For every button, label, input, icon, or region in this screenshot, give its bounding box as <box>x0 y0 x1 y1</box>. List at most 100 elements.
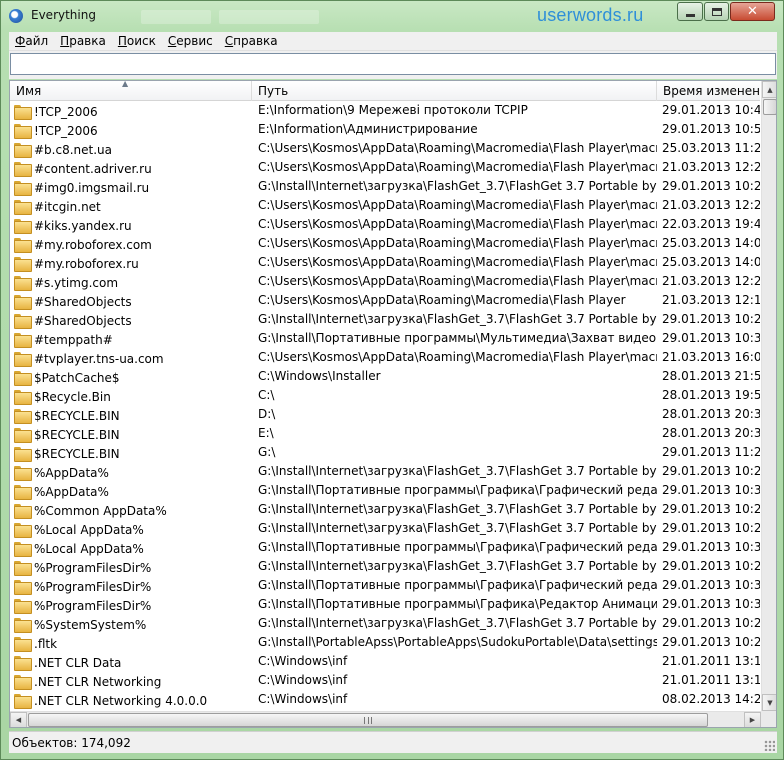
search-input[interactable] <box>10 53 776 75</box>
file-name: !TCP_2006 <box>34 104 98 119</box>
table-row[interactable]: !TCP_2006 E:\Information\9 Мережеві прото… <box>10 101 760 120</box>
menu-item-3[interactable]: Сервис <box>162 32 219 51</box>
file-name: %Local AppData% <box>34 522 144 537</box>
sort-ascending-icon: ▲ <box>122 81 129 88</box>
cell-name: #my.roboforex.ru <box>10 253 252 272</box>
file-name: $PatchCache$ <box>34 370 120 385</box>
results-list: Имя ▲ Путь Время изменения !TCP_2006 E:\I… <box>9 80 777 728</box>
cell-path: D:\ <box>258 407 276 421</box>
table-row[interactable]: %Local AppData% G:\Install\Internet\загру… <box>10 519 760 538</box>
file-name: %ProgramFilesDir% <box>34 579 152 594</box>
folder-icon <box>14 428 32 443</box>
horizontal-scroll-thumb[interactable] <box>28 713 708 727</box>
menu-item-label: ервис <box>176 34 213 48</box>
cell-path: G:\Install\Internet\загрузка\FlashGet_3.… <box>258 179 657 193</box>
table-row[interactable]: $Recycle.Bin C:\ 28.01.2013 19:56 <box>10 386 760 405</box>
cell-date-modified: 29.01.2013 10:31 <box>662 483 760 497</box>
table-row[interactable]: #my.roboforex.com C:\Users\Kosmos\AppData… <box>10 234 760 253</box>
folder-icon <box>14 200 32 215</box>
close-icon: ✕ <box>747 4 758 19</box>
menu-item-accelerator: С <box>224 34 234 48</box>
table-row[interactable]: #img0.imgsmail.ru G:\Install\Internet\заг… <box>10 177 760 196</box>
file-name: $RECYCLE.BIN <box>34 427 120 442</box>
file-name: %Common AppData% <box>34 503 167 518</box>
horizontal-scrollbar[interactable]: ◀ ▶ <box>10 711 761 727</box>
column-header-date-modified[interactable]: Время изменения <box>657 81 760 101</box>
cell-date-modified: 29.01.2013 10:31 <box>662 578 760 592</box>
table-row[interactable]: %AppData% G:\Install\Internet\загрузка\Fl… <box>10 462 760 481</box>
table-row[interactable]: $RECYCLE.BIN G:\ 29.01.2013 11:24 <box>10 443 760 462</box>
table-row[interactable]: %AppData% G:\Install\Портативные программ… <box>10 481 760 500</box>
table-row[interactable]: .fltk G:\Install\PortableApss\PortableApp… <box>10 633 760 652</box>
menu-item-0[interactable]: Файл <box>9 32 54 51</box>
column-header-path[interactable]: Путь <box>252 81 657 101</box>
file-name: $Recycle.Bin <box>34 389 111 404</box>
cell-path: G:\Install\Портативные программы\Графика… <box>258 597 657 611</box>
table-row[interactable]: #content.adriver.ru C:\Users\Kosmos\AppDa… <box>10 158 760 177</box>
vertical-scroll-thumb[interactable] <box>763 99 776 115</box>
cell-name: !TCP_2006 <box>10 120 252 139</box>
file-name: $RECYCLE.BIN <box>34 446 120 461</box>
table-row[interactable]: %ProgramFilesDir% G:\Install\Портативные … <box>10 576 760 595</box>
cell-date-modified: 29.01.2013 10:25 <box>662 312 760 326</box>
file-name: %AppData% <box>34 484 109 499</box>
cell-date-modified: 21.01.2011 13:16 <box>662 673 760 687</box>
file-name: !TCP_2006 <box>34 123 98 138</box>
folder-icon <box>14 523 32 538</box>
grip-icon <box>364 716 372 724</box>
cell-name: %ProgramFilesDir% <box>10 557 252 576</box>
vertical-scrollbar[interactable]: ▲ ▼ <box>761 81 776 711</box>
table-row[interactable]: %ProgramFilesDir% G:\Install\Портативные … <box>10 595 760 614</box>
resize-grip-icon[interactable] <box>764 740 775 751</box>
table-row[interactable]: .NET CLR Data C:\Windows\inf 21.01.2011 13… <box>10 652 760 671</box>
table-row[interactable]: $PatchCache$ C:\Windows\Installer 28.01.20… <box>10 367 760 386</box>
menu-item-4[interactable]: Справка <box>219 32 284 51</box>
menu-item-label: правка <box>233 34 278 48</box>
maximize-button[interactable] <box>704 2 729 21</box>
table-row[interactable]: !TCP_2006 E:\Information\Администрировани… <box>10 120 760 139</box>
column-header-name-label: Имя <box>16 84 42 98</box>
table-row[interactable]: %SystemSystem% G:\Install\Internet\загруз… <box>10 614 760 633</box>
table-row[interactable]: #kiks.yandex.ru C:\Users\Kosmos\AppData\R… <box>10 215 760 234</box>
folder-icon <box>14 143 32 158</box>
table-row[interactable]: #s.ytimg.com C:\Users\Kosmos\AppData\Roam… <box>10 272 760 291</box>
menu-item-label: равка <box>69 34 106 48</box>
table-row[interactable]: .NET CLR Networking C:\Windows\inf 21.01.2… <box>10 671 760 690</box>
table-row[interactable]: #tvplayer.tns-ua.com C:\Users\Kosmos\AppD… <box>10 348 760 367</box>
table-row[interactable]: %ProgramFilesDir% G:\Install\Internet\заг… <box>10 557 760 576</box>
folder-icon <box>14 656 32 671</box>
scroll-down-button[interactable]: ▼ <box>762 694 776 711</box>
cell-path: C:\Users\Kosmos\AppData\Roaming\Macromed… <box>258 217 657 231</box>
arrow-right-icon: ▶ <box>749 716 756 724</box>
table-row[interactable]: $RECYCLE.BIN E:\ 28.01.2013 20:39 <box>10 424 760 443</box>
cell-date-modified: 28.01.2013 20:39 <box>662 407 760 421</box>
table-row[interactable]: #temppath# G:\Install\Портативные програм… <box>10 329 760 348</box>
file-name: #content.adriver.ru <box>34 161 152 176</box>
table-row[interactable]: .NET CLR Networking 4.0.0.0 C:\Windows\in… <box>10 690 760 709</box>
table-row[interactable]: %Common AppData% G:\Install\Internet\загр… <box>10 500 760 519</box>
cell-name: %ProgramFilesDir% <box>10 576 252 595</box>
cell-name: $RECYCLE.BIN <box>10 424 252 443</box>
minimize-button[interactable] <box>677 2 703 21</box>
column-header-name[interactable]: Имя ▲ <box>10 81 252 101</box>
scroll-left-button[interactable]: ◀ <box>10 712 27 727</box>
table-row[interactable]: %Local AppData% G:\Install\Портативные пр… <box>10 538 760 557</box>
menu-item-2[interactable]: Поиск <box>112 32 162 51</box>
table-row[interactable]: #b.c8.net.ua C:\Users\Kosmos\AppData\Roam… <box>10 139 760 158</box>
cell-date-modified: 21.03.2013 16:04 <box>662 350 760 364</box>
menu-item-1[interactable]: Правка <box>54 32 112 51</box>
scroll-up-button[interactable]: ▲ <box>762 81 776 98</box>
close-button[interactable]: ✕ <box>730 2 775 21</box>
table-row[interactable]: #SharedObjects G:\Install\Internet\загруз… <box>10 310 760 329</box>
result-rows: !TCP_2006 E:\Information\9 Мережеві прото… <box>10 101 760 709</box>
table-row[interactable]: #my.roboforex.ru C:\Users\Kosmos\AppData\… <box>10 253 760 272</box>
cell-name: .NET CLR Networking <box>10 671 252 690</box>
scroll-right-button[interactable]: ▶ <box>744 712 761 727</box>
table-row[interactable]: #SharedObjects C:\Users\Kosmos\AppData\Ro… <box>10 291 760 310</box>
cell-path: E:\ <box>258 426 274 440</box>
table-row[interactable]: #itcgin.net C:\Users\Kosmos\AppData\Roami… <box>10 196 760 215</box>
cell-name: %Local AppData% <box>10 538 252 557</box>
table-row[interactable]: $RECYCLE.BIN D:\ 28.01.2013 20:39 <box>10 405 760 424</box>
app-window: Everything userwords.ru ✕ Файл Правка Поис… <box>0 0 784 760</box>
title-bar[interactable]: Everything userwords.ru ✕ <box>1 1 783 31</box>
